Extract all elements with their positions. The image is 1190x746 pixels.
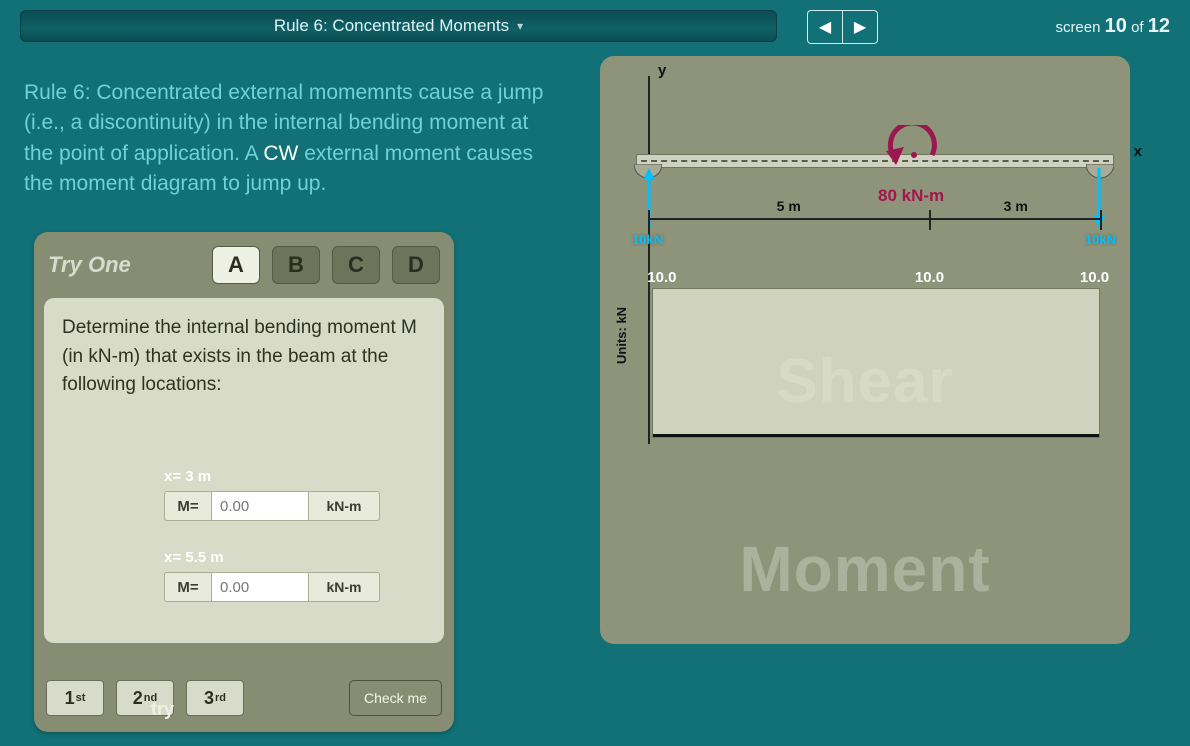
y-axis-line — [648, 76, 650, 444]
tab-d[interactable]: D — [392, 246, 440, 284]
try-3-button[interactable]: 3rd — [186, 680, 244, 716]
input2-unit: kN-m — [309, 572, 380, 602]
rule-title: Rule 6: Concentrated Moments — [274, 16, 509, 36]
moment-watermark: Moment — [600, 532, 1130, 606]
y-axis-label: y — [658, 62, 666, 79]
input2-field[interactable] — [211, 572, 309, 602]
prev-button[interactable]: ◀ — [807, 10, 842, 44]
tab-a[interactable]: A — [212, 246, 260, 284]
input1-field[interactable] — [211, 491, 309, 521]
shear-val-c: 10.0 — [1080, 269, 1109, 286]
triangle-right-icon: ▶ — [854, 17, 866, 37]
try-one-panel: Try One A B C D Determine the internal b… — [34, 232, 454, 732]
try-label: try — [151, 699, 174, 720]
shear-val-a: 10.0 — [647, 269, 676, 286]
panel-title: Try One — [48, 252, 131, 278]
check-me-button[interactable]: Check me — [349, 680, 442, 716]
tab-c[interactable]: C — [332, 246, 380, 284]
input1-x-label: x= 3 m — [164, 468, 424, 485]
input2-m-label: M= — [164, 572, 211, 602]
dimension-line: 5 m 3 m — [648, 218, 1102, 240]
input2-x-label: x= 5.5 m — [164, 549, 424, 566]
moment-value: 80 kN-m — [878, 186, 944, 206]
screen-counter: screen 10 of 12 — [1055, 15, 1170, 38]
chevron-down-icon: ▾ — [517, 19, 523, 33]
triangle-left-icon: ◀ — [819, 17, 831, 37]
try-1-button[interactable]: 1st — [46, 680, 104, 716]
tab-b[interactable]: B — [272, 246, 320, 284]
span2-label: 3 m — [1004, 198, 1028, 214]
units-label: Units: kN — [614, 307, 629, 364]
diagram-stage: y x 10kN 10kN 80 kN-m 5 m 3 m 10.0 10 — [600, 56, 1130, 644]
moment-arc-icon — [882, 125, 942, 170]
rule-description: Rule 6: Concentrated external momemnts c… — [24, 78, 554, 200]
x-axis-label: x — [1134, 143, 1142, 160]
beam — [636, 154, 1114, 168]
question-text: Determine the internal bending moment M … — [62, 314, 426, 400]
rule-dropdown[interactable]: Rule 6: Concentrated Moments ▾ — [20, 10, 777, 42]
span1-label: 5 m — [777, 198, 801, 214]
input1-unit: kN-m — [309, 491, 380, 521]
next-button[interactable]: ▶ — [842, 10, 878, 44]
shear-diagram: 10.0 10.0 10.0 — [652, 288, 1100, 438]
input1-m-label: M= — [164, 491, 211, 521]
shear-val-b: 10.0 — [915, 269, 944, 286]
